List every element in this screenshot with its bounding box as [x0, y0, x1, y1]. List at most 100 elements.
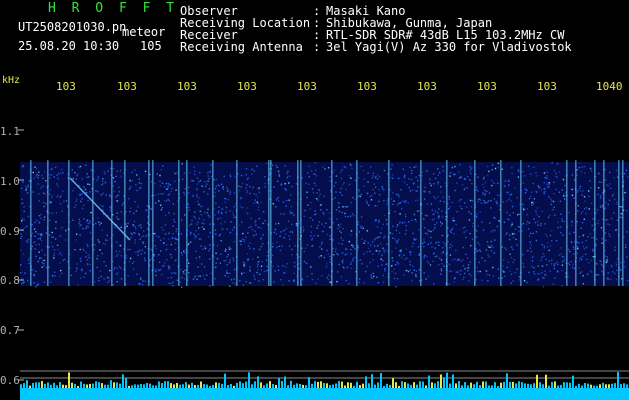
noise-dot	[518, 230, 520, 232]
spike	[200, 381, 202, 388]
noise-dot	[609, 224, 611, 226]
noise-dot	[345, 188, 347, 190]
noise-dot	[327, 278, 330, 281]
noise-dot	[275, 223, 277, 225]
noise-dot	[226, 186, 228, 189]
noise-dot	[483, 186, 485, 188]
noise-dot	[55, 227, 57, 229]
spike	[392, 378, 394, 388]
noise-dot	[220, 240, 222, 242]
noise-dot	[321, 248, 323, 250]
noise-dot	[606, 256, 608, 258]
noise-dot	[492, 266, 494, 269]
freq-label: 103	[117, 80, 137, 93]
noise-dot	[548, 196, 550, 198]
noise-dot	[159, 268, 162, 271]
noise-dot	[213, 256, 215, 258]
noise-dot	[338, 202, 340, 205]
noise-dot	[338, 263, 340, 266]
noise-dot	[371, 277, 373, 279]
noise-dot	[411, 272, 413, 274]
noise-dot	[540, 224, 542, 227]
noise-dot	[318, 256, 320, 258]
noise-dot	[338, 210, 341, 213]
noise-dot	[286, 172, 288, 174]
noise-dot	[368, 247, 370, 250]
noise-dot	[577, 205, 579, 207]
noise-dot	[348, 183, 351, 186]
noise-dot	[443, 200, 445, 203]
noise-dot	[154, 269, 156, 271]
spike	[263, 385, 265, 388]
noise-dot	[418, 254, 420, 256]
noise-dot	[315, 184, 317, 187]
noise-dot	[615, 262, 617, 264]
noise-dot	[106, 239, 108, 242]
noise-dot	[512, 236, 515, 239]
noise-dot	[537, 224, 539, 226]
noise-dot	[263, 176, 266, 178]
noise-dot	[34, 248, 36, 250]
noise-dot	[251, 173, 253, 175]
noise-dot	[378, 189, 380, 191]
noise-dot	[548, 249, 550, 252]
noise-dot	[290, 206, 292, 208]
noise-dot	[605, 219, 607, 221]
noise-dot	[165, 248, 168, 251]
noise-dot	[517, 225, 520, 228]
stripe	[618, 160, 620, 286]
spike	[143, 384, 145, 388]
noise-dot	[291, 223, 293, 225]
noise-dot	[345, 206, 348, 208]
noise-dot	[225, 272, 228, 274]
noise-dot	[220, 253, 222, 255]
noise-dot	[397, 194, 400, 196]
noise-dot	[149, 259, 151, 261]
noise-dot	[392, 237, 394, 239]
noise-dot	[460, 269, 462, 272]
noise-dot	[22, 202, 24, 204]
noise-dot	[232, 259, 235, 262]
noise-dot	[23, 227, 26, 229]
noise-dot	[434, 177, 437, 180]
noise-dot	[468, 211, 470, 213]
app-title: H R O F F T	[48, 1, 179, 16]
noise-dot	[88, 256, 90, 259]
noise-dot	[115, 250, 118, 253]
noise-dot	[275, 206, 277, 208]
noise-dot	[201, 205, 203, 207]
noise-dot	[276, 197, 278, 200]
noise-dot	[350, 253, 352, 255]
noise-dot	[437, 174, 439, 176]
noise-dot	[189, 233, 192, 235]
noise-dot	[282, 265, 284, 267]
noise-dot	[568, 264, 571, 266]
noise-dot	[582, 190, 585, 192]
noise-dot	[517, 169, 520, 171]
spike	[350, 382, 352, 388]
noise-dot	[27, 239, 29, 241]
noise-dot	[262, 222, 264, 225]
noise-dot	[526, 208, 528, 210]
noise-dot	[70, 274, 72, 276]
noise-dot	[82, 248, 84, 251]
noise-dot	[276, 246, 278, 249]
noise-dot	[58, 275, 61, 277]
noise-dot	[207, 172, 209, 174]
noise-dot	[229, 191, 231, 193]
noise-dot	[81, 198, 83, 200]
noise-dot	[370, 199, 373, 201]
noise-dot	[21, 198, 23, 201]
noise-dot	[386, 243, 388, 245]
noise-dot	[393, 268, 396, 270]
noise-dot	[514, 233, 516, 235]
noise-dot	[404, 221, 406, 223]
spike	[437, 381, 439, 388]
noise-dot	[494, 239, 496, 241]
noise-dot	[375, 186, 377, 188]
noise-dot	[503, 184, 505, 187]
noise-dot	[181, 254, 183, 256]
noise-dot	[570, 220, 573, 222]
spike	[41, 381, 43, 388]
noise-dot	[426, 255, 428, 258]
